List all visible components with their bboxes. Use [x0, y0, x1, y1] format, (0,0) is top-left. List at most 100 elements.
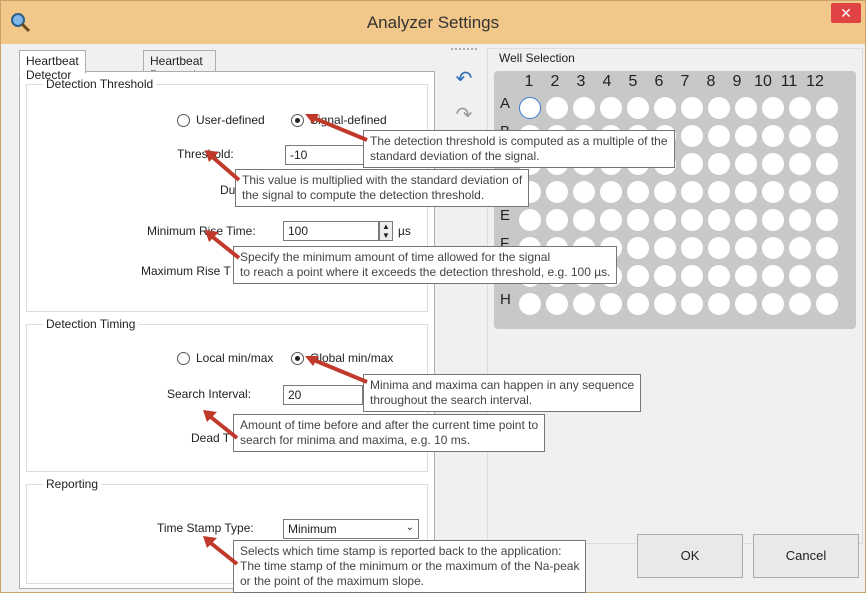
well-G7[interactable] — [681, 265, 703, 287]
well-B9[interactable] — [735, 125, 757, 147]
ok-button[interactable]: OK — [637, 534, 743, 578]
well-H10[interactable] — [762, 293, 784, 315]
well-C9[interactable] — [735, 153, 757, 175]
redo-icon[interactable]: ↷ — [449, 102, 479, 130]
well-F8[interactable] — [708, 237, 730, 259]
undo-icon[interactable]: ↶ — [449, 66, 479, 94]
well-H5[interactable] — [627, 293, 649, 315]
row-header-H[interactable]: H — [500, 291, 511, 308]
well-A7[interactable] — [681, 97, 703, 119]
well-H9[interactable] — [735, 293, 757, 315]
well-A5[interactable] — [627, 97, 649, 119]
well-G6[interactable] — [654, 265, 676, 287]
well-E11[interactable] — [789, 209, 811, 231]
well-E8[interactable] — [708, 209, 730, 231]
well-B10[interactable] — [762, 125, 784, 147]
well-C12[interactable] — [816, 153, 838, 175]
well-G11[interactable] — [789, 265, 811, 287]
well-E1[interactable] — [519, 209, 541, 231]
title-bar[interactable]: Analyzer Settings ✕ — [1, 1, 865, 44]
well-F5[interactable] — [627, 237, 649, 259]
well-B12[interactable] — [816, 125, 838, 147]
well-E3[interactable] — [573, 209, 595, 231]
well-A10[interactable] — [762, 97, 784, 119]
well-F9[interactable] — [735, 237, 757, 259]
well-A11[interactable] — [789, 97, 811, 119]
well-A1[interactable] — [519, 97, 541, 119]
well-H3[interactable] — [573, 293, 595, 315]
well-A3[interactable] — [573, 97, 595, 119]
well-G12[interactable] — [816, 265, 838, 287]
well-G5[interactable] — [627, 265, 649, 287]
column-header-2[interactable]: 2 — [542, 73, 568, 91]
time-stamp-type-select[interactable]: Minimum ⌄ — [283, 519, 419, 539]
well-H8[interactable] — [708, 293, 730, 315]
cancel-button[interactable]: Cancel — [753, 534, 859, 578]
well-D7[interactable] — [681, 181, 703, 203]
column-header-5[interactable]: 5 — [620, 73, 646, 91]
well-D8[interactable] — [708, 181, 730, 203]
well-H2[interactable] — [546, 293, 568, 315]
local-minmax-radio[interactable]: Local min/max — [177, 351, 273, 365]
tab-heartbeat-processing[interactable]: Heartbeat Processing — [143, 50, 217, 82]
well-C7[interactable] — [681, 153, 703, 175]
well-E12[interactable] — [816, 209, 838, 231]
well-D4[interactable] — [600, 181, 622, 203]
column-header-6[interactable]: 6 — [646, 73, 672, 91]
well-G10[interactable] — [762, 265, 784, 287]
column-header-10[interactable]: 10 — [750, 73, 776, 91]
well-E6[interactable] — [654, 209, 676, 231]
column-header-12[interactable]: 12 — [802, 73, 828, 91]
well-F12[interactable] — [816, 237, 838, 259]
well-D11[interactable] — [789, 181, 811, 203]
well-G8[interactable] — [708, 265, 730, 287]
search-interval-input[interactable]: 20 — [283, 385, 363, 405]
column-header-7[interactable]: 7 — [672, 73, 698, 91]
column-header-3[interactable]: 3 — [568, 73, 594, 91]
well-E9[interactable] — [735, 209, 757, 231]
well-E4[interactable] — [600, 209, 622, 231]
row-header-A[interactable]: A — [500, 95, 510, 112]
well-B7[interactable] — [681, 125, 703, 147]
well-D9[interactable] — [735, 181, 757, 203]
well-A6[interactable] — [654, 97, 676, 119]
minimum-rise-time-spinner[interactable]: ▲ ▼ — [379, 221, 393, 241]
well-F11[interactable] — [789, 237, 811, 259]
tab-heartbeat-detector[interactable]: Heartbeat Detector — [19, 50, 86, 82]
well-A4[interactable] — [600, 97, 622, 119]
well-H1[interactable] — [519, 293, 541, 315]
column-header-8[interactable]: 8 — [698, 73, 724, 91]
well-A8[interactable] — [708, 97, 730, 119]
column-header-9[interactable]: 9 — [724, 73, 750, 91]
row-header-E[interactable]: E — [500, 207, 510, 224]
well-H11[interactable] — [789, 293, 811, 315]
well-G9[interactable] — [735, 265, 757, 287]
well-C8[interactable] — [708, 153, 730, 175]
well-H7[interactable] — [681, 293, 703, 315]
well-E10[interactable] — [762, 209, 784, 231]
well-B8[interactable] — [708, 125, 730, 147]
well-D12[interactable] — [816, 181, 838, 203]
column-header-1[interactable]: 1 — [516, 73, 542, 91]
well-H4[interactable] — [600, 293, 622, 315]
well-C11[interactable] — [789, 153, 811, 175]
well-D10[interactable] — [762, 181, 784, 203]
minimum-rise-time-input[interactable]: 100 — [283, 221, 379, 241]
well-F7[interactable] — [681, 237, 703, 259]
well-D3[interactable] — [573, 181, 595, 203]
user-defined-radio[interactable]: User-defined — [177, 113, 265, 127]
well-D2[interactable] — [546, 181, 568, 203]
well-F10[interactable] — [762, 237, 784, 259]
well-A9[interactable] — [735, 97, 757, 119]
well-B11[interactable] — [789, 125, 811, 147]
well-H12[interactable] — [816, 293, 838, 315]
well-C10[interactable] — [762, 153, 784, 175]
well-A2[interactable] — [546, 97, 568, 119]
close-button[interactable]: ✕ — [831, 3, 861, 23]
column-header-4[interactable]: 4 — [594, 73, 620, 91]
well-E2[interactable] — [546, 209, 568, 231]
well-E7[interactable] — [681, 209, 703, 231]
column-header-11[interactable]: 11 — [776, 73, 802, 91]
well-D6[interactable] — [654, 181, 676, 203]
well-A12[interactable] — [816, 97, 838, 119]
